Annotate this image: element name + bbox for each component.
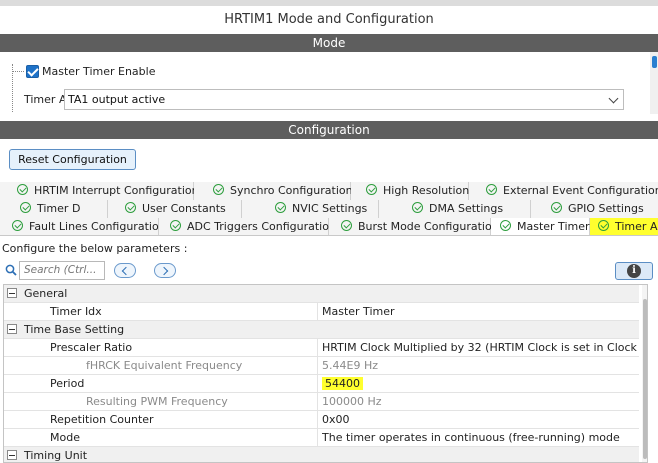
configure-parameters-label: Configure the below parameters :: [2, 242, 188, 255]
master-timer-enable-checkbox[interactable]: [26, 65, 39, 78]
column-divider: [317, 357, 318, 375]
tabs-row-3: Fault Lines Configuration ADC Triggers C…: [0, 218, 658, 236]
table-row[interactable]: Period 54400: [4, 375, 639, 393]
check-circle-icon: [213, 184, 224, 195]
check-circle-icon: [170, 220, 181, 231]
column-divider: [317, 339, 318, 357]
column-divider: [317, 411, 318, 429]
check-circle-icon: [412, 202, 423, 213]
timer-a-select[interactable]: TA1 output active: [64, 89, 624, 110]
grid-scrollbar-thumb[interactable]: [643, 299, 647, 459]
check-circle-icon: [12, 220, 23, 231]
mode-scrollbar-thumb[interactable]: [652, 56, 657, 68]
mode-scrollbar[interactable]: [650, 52, 658, 114]
tree-connector: [12, 71, 24, 72]
check-circle-icon: [598, 220, 609, 231]
column-divider: [317, 429, 318, 447]
check-circle-icon: [341, 220, 352, 231]
check-circle-icon: [125, 202, 136, 213]
tabs-row-1: HRTIM Interrupt Configuration Synchro Co…: [0, 182, 658, 200]
search-input[interactable]: Search (Ctrl...: [19, 261, 105, 280]
table-row: fHRCK Equivalent Frequency 5.44E9 Hz: [4, 357, 639, 375]
tab-adc-triggers-configuration[interactable]: ADC Triggers Configuration: [159, 218, 336, 236]
check-circle-icon: [20, 202, 31, 213]
tab-burst-mode-configuration[interactable]: Burst Mode Configuration: [329, 218, 499, 236]
search-next-button[interactable]: [154, 263, 176, 278]
reset-configuration-button[interactable]: Reset Configuration: [9, 149, 136, 170]
tab-external-event-configuration[interactable]: External Event Configuration: [469, 182, 658, 200]
tab-nvic-settings[interactable]: NVIC Settings: [242, 200, 379, 218]
table-row[interactable]: Repetition Counter 0x00: [4, 411, 639, 429]
group-row-general[interactable]: General: [4, 285, 639, 303]
tab-high-resolution[interactable]: High Resolution: [351, 182, 469, 200]
mode-section-header: Mode: [0, 34, 658, 52]
check-circle-icon: [486, 184, 497, 195]
tab-timer-a[interactable]: Timer A: [590, 218, 658, 236]
parameter-grid: General Timer Idx Master Timer Time Base…: [3, 284, 648, 463]
tab-timer-d[interactable]: Timer D: [0, 200, 108, 218]
group-row-time-base-setting[interactable]: Time Base Setting: [4, 321, 639, 339]
search-previous-button[interactable]: [114, 263, 136, 278]
check-circle-icon: [366, 184, 377, 195]
tab-dma-settings[interactable]: DMA Settings: [379, 200, 531, 218]
mode-panel: Master Timer Enable Timer A TA1 output a…: [0, 52, 658, 114]
tab-hrtim-interrupt-configuration[interactable]: HRTIM Interrupt Configuration: [0, 182, 199, 200]
info-icon: i: [627, 264, 641, 278]
search-icon: [5, 264, 17, 276]
tabs-divider: [0, 235, 658, 236]
window-title: HRTIM1 Mode and Configuration: [0, 6, 658, 34]
tab-user-constants[interactable]: User Constants: [108, 200, 242, 218]
master-timer-enable-label[interactable]: Master Timer Enable: [42, 65, 155, 78]
check-circle-icon: [551, 202, 562, 213]
timer-a-label: Timer A: [24, 93, 67, 106]
group-row-timing-unit[interactable]: Timing Unit: [4, 447, 639, 462]
collapse-icon[interactable]: [7, 288, 17, 298]
grid-scrollbar[interactable]: [642, 285, 647, 462]
table-row: Resulting PWM Frequency 100000 Hz: [4, 393, 639, 411]
chevron-down-icon: [608, 93, 619, 104]
column-divider: [317, 393, 318, 411]
column-divider: [317, 303, 318, 321]
timer-a-select-value: TA1 output active: [68, 93, 166, 106]
tab-gpio-settings[interactable]: GPIO Settings: [531, 200, 658, 218]
tab-master-timer[interactable]: Master Timer: [491, 218, 590, 236]
collapse-icon[interactable]: [7, 450, 17, 460]
table-row[interactable]: Prescaler Ratio HRTIM Clock Multiplied b…: [4, 339, 639, 357]
check-circle-icon: [275, 202, 286, 213]
check-circle-icon: [17, 184, 28, 195]
period-value[interactable]: 54400: [322, 375, 637, 392]
configuration-section-header: Configuration: [0, 121, 658, 139]
table-row[interactable]: Mode The timer operates in continuous (f…: [4, 429, 639, 447]
tabs-row-2: Timer D User Constants NVIC Settings DMA…: [0, 200, 658, 218]
collapse-icon[interactable]: [7, 324, 17, 334]
tab-synchro-configuration[interactable]: Synchro Configuration: [194, 182, 353, 200]
info-button[interactable]: i: [615, 262, 653, 280]
table-row[interactable]: Timer Idx Master Timer: [4, 303, 639, 321]
tab-fault-lines-configuration[interactable]: Fault Lines Configuration: [0, 218, 166, 236]
column-divider: [317, 375, 318, 393]
check-circle-icon: [500, 220, 511, 231]
